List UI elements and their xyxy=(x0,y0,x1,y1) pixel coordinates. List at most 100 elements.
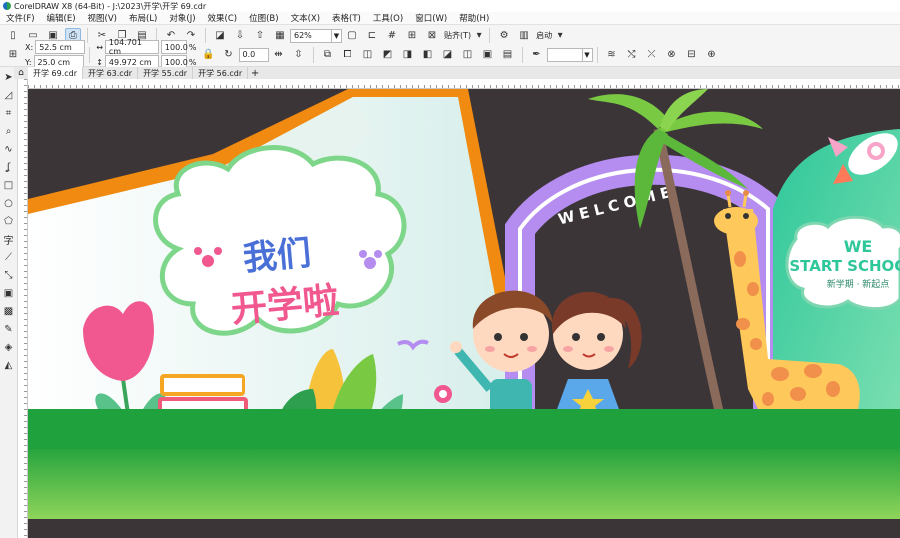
menu-bitmaps[interactable]: 位图(B) xyxy=(243,12,284,24)
export-icon[interactable]: ⇧ xyxy=(252,28,268,44)
align-distribute-icon[interactable]: ▤ xyxy=(500,47,516,63)
full-screen-icon[interactable]: ▢ xyxy=(344,28,360,44)
toolbar-divider xyxy=(312,46,314,63)
show-grid-icon[interactable]: # xyxy=(384,28,400,44)
y-label: Y: xyxy=(25,57,32,67)
intersect-icon[interactable]: ◨ xyxy=(400,47,416,63)
artistic-media-icon[interactable]: ʆ xyxy=(2,159,16,175)
ungroup-icon[interactable]: ⧠ xyxy=(340,47,356,63)
rotate-icon[interactable]: ↻ xyxy=(221,47,237,63)
tab-doc-55[interactable]: 开学 55.cdr xyxy=(138,67,194,79)
horizontal-ruler[interactable] xyxy=(28,79,900,89)
connector-tool-icon[interactable]: ⤡ xyxy=(2,267,16,283)
outline-width-select[interactable]: ▼ xyxy=(546,47,593,62)
options-gear-icon[interactable]: ⚙ xyxy=(496,28,512,44)
menu-edit[interactable]: 编辑(E) xyxy=(41,12,82,24)
grass-strip xyxy=(28,409,900,449)
outline-pen-icon[interactable]: ✒ xyxy=(529,47,545,63)
tab-doc-69[interactable]: 开学 69.cdr xyxy=(28,67,84,79)
drawing-canvas[interactable]: WELCOME WE START SCHOOL 新学期 · 新起点 xyxy=(28,89,900,538)
panel-subtitle: 新学期 · 新起点 xyxy=(827,278,890,290)
publish-pdf-icon[interactable]: ▦ xyxy=(272,28,288,44)
front-minus-back-icon[interactable]: ◪ xyxy=(440,47,456,63)
transparency-tool-icon[interactable]: ▩ xyxy=(2,303,16,319)
menu-text[interactable]: 文本(X) xyxy=(285,12,326,24)
zoom-level-select[interactable]: 62% ▼ xyxy=(290,28,342,43)
menu-object[interactable]: 对象(J) xyxy=(163,12,201,24)
new-tab-icon[interactable]: + xyxy=(248,68,262,79)
size-fields: ↔ 104.701 cm ↕ 49.972 cm xyxy=(94,38,159,69)
lock-ratio-icon[interactable]: 🔒 xyxy=(201,47,217,63)
snap-icon[interactable]: ⊠ xyxy=(424,28,440,44)
rectangle-tool-icon[interactable]: □ xyxy=(2,177,16,193)
application-launcher-icon[interactable]: ▥ xyxy=(516,28,532,44)
show-rulers-icon[interactable]: ⊏ xyxy=(364,28,380,44)
import-icon[interactable]: ⇩ xyxy=(232,28,248,44)
mirror-vertical-icon[interactable]: ⇳ xyxy=(291,47,307,63)
shape-tool-icon[interactable]: ◿ xyxy=(2,87,16,103)
snap-to-menu[interactable]: 贴齐(T) xyxy=(444,30,471,41)
toolbox: ➤ ◿ ⌗ ⌕ ∿ ʆ □ ○ ⬠ 字 ⟋ ⤡ ▣ ▩ ✎ ◈ ◭ xyxy=(0,67,18,538)
menu-view[interactable]: 视图(V) xyxy=(82,12,123,24)
menu-help[interactable]: 帮助(H) xyxy=(453,12,495,24)
trim-icon[interactable]: ◩ xyxy=(380,47,396,63)
interactive-fill-icon[interactable]: ◈ xyxy=(2,339,16,355)
panel-title-start-school: START SCHOOL xyxy=(789,257,900,275)
chevron-down-icon[interactable]: ▼ xyxy=(332,28,342,43)
window-title: CorelDRAW X8 (64-Bit) - J:\2023\开学\开学 69… xyxy=(14,1,207,11)
menu-effects[interactable]: 效果(C) xyxy=(202,12,244,24)
show-guidelines-icon[interactable]: ⊞ xyxy=(404,28,420,44)
x-position-input[interactable]: 52.5 cm xyxy=(35,40,86,54)
scale-x-input[interactable]: 100.0 xyxy=(160,40,188,54)
break-apart-icon[interactable]: ⤫ xyxy=(644,47,660,63)
text-tool-icon[interactable]: 字 xyxy=(2,231,16,247)
tab-doc-63[interactable]: 开学 63.cdr xyxy=(83,67,139,79)
freehand-tool-icon[interactable]: ∿ xyxy=(2,141,16,157)
smart-fill-icon[interactable]: ◭ xyxy=(2,357,16,373)
convert-to-curves-icon[interactable]: ⤭ xyxy=(624,47,640,63)
scale-fields: 100.0 % 100.0 % xyxy=(160,40,199,69)
artwork: WELCOME WE START SCHOOL 新学期 · 新起点 xyxy=(28,89,900,538)
wrap-text-icon[interactable]: ≋ xyxy=(604,47,620,63)
polygon-tool-icon[interactable]: ⬠ xyxy=(2,213,16,229)
toolbar-divider xyxy=(489,27,491,44)
tab-doc-56[interactable]: 开学 56.cdr xyxy=(193,67,249,79)
crop-tool-icon[interactable]: ⌗ xyxy=(2,105,16,121)
launch-menu[interactable]: 启动 xyxy=(536,30,552,41)
add-icon[interactable]: ⊕ xyxy=(704,47,720,63)
combine-icon[interactable]: ⊗ xyxy=(664,47,680,63)
search-content-icon[interactable]: ◪ xyxy=(212,28,228,44)
ellipse-tool-icon[interactable]: ○ xyxy=(2,195,16,211)
menu-window[interactable]: 窗口(W) xyxy=(409,12,453,24)
zoom-level-value[interactable]: 62% xyxy=(290,28,332,43)
quick-customize-icon[interactable]: ⊟ xyxy=(684,47,700,63)
create-boundary-icon[interactable]: ▣ xyxy=(480,47,496,63)
zoom-tool-icon[interactable]: ⌕ xyxy=(2,123,16,139)
simplify-icon[interactable]: ◧ xyxy=(420,47,436,63)
menu-layout[interactable]: 布局(L) xyxy=(123,12,163,24)
chevron-down-icon[interactable]: ▾ xyxy=(556,28,564,44)
chevron-down-icon[interactable]: ▾ xyxy=(475,28,483,44)
vertical-ruler[interactable] xyxy=(18,79,28,538)
weld-icon[interactable]: ◫ xyxy=(360,47,376,63)
back-minus-front-icon[interactable]: ◫ xyxy=(460,47,476,63)
width-icon: ↔ xyxy=(96,42,103,52)
eyedropper-icon[interactable]: ✎ xyxy=(2,321,16,337)
outline-width-value[interactable] xyxy=(546,47,583,62)
chevron-down-icon[interactable]: ▼ xyxy=(582,47,593,62)
drop-shadow-icon[interactable]: ▣ xyxy=(2,285,16,301)
rotation-angle-input[interactable]: 0.0 xyxy=(238,47,269,62)
menu-bar: 文件(F) 编辑(E) 视图(V) 布局(L) 对象(J) 效果(C) 位图(B… xyxy=(0,12,900,25)
group-icon[interactable]: ⧉ xyxy=(320,47,336,63)
menu-table[interactable]: 表格(T) xyxy=(326,12,367,24)
toolbar-divider xyxy=(205,27,206,44)
preset-list-icon[interactable]: ⊞ xyxy=(5,47,21,63)
new-document-icon[interactable]: ▯ xyxy=(5,28,21,44)
mirror-horizontal-icon[interactable]: ⇹ xyxy=(271,47,287,63)
home-icon[interactable]: ⌂ xyxy=(14,67,28,79)
menu-file[interactable]: 文件(F) xyxy=(0,12,41,24)
width-input[interactable]: 104.701 cm xyxy=(104,38,159,56)
menu-tools[interactable]: 工具(O) xyxy=(367,12,409,24)
x-label: X: xyxy=(25,42,34,52)
parallel-dimension-icon[interactable]: ⟋ xyxy=(2,249,16,265)
